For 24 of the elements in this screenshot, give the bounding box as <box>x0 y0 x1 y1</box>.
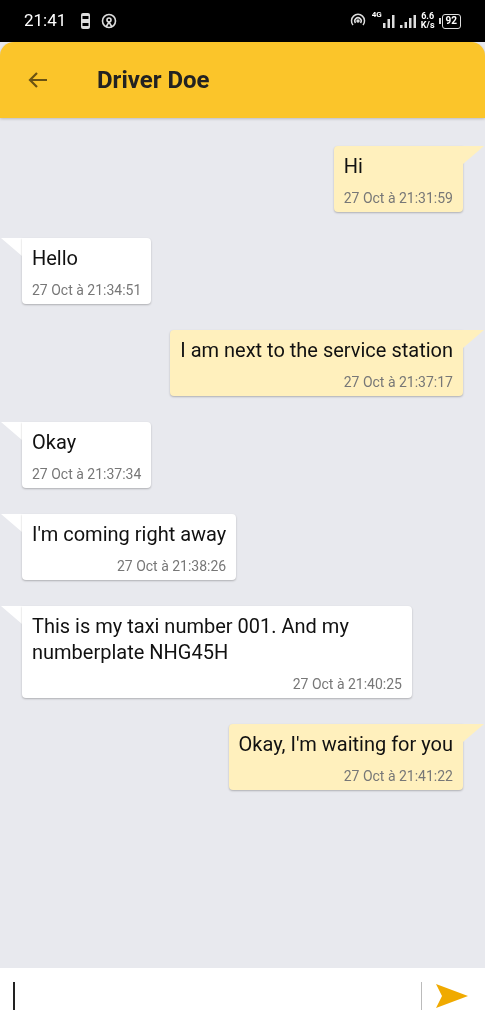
message-text: I'm coming right away <box>32 521 227 547</box>
message-text: Okay <box>32 429 78 455</box>
message-timestamp: 27 Oct à 21:31:59 <box>343 189 453 208</box>
message-text: This is my taxi number 001. And my numberplate NHG45H <box>32 613 350 665</box>
signal-icon <box>399 14 416 28</box>
message-timestamp: 27 Oct à 21:37:34 <box>32 465 142 484</box>
network-speed-unit: K/s <box>420 21 435 30</box>
status-time: 21:41 <box>24 9 67 33</box>
send-button[interactable] <box>435 981 469 1011</box>
message-timestamp: 27 Oct à 21:40:25 <box>292 675 402 694</box>
signal-icon <box>382 14 395 28</box>
network-speed: 6.6 <box>421 12 435 21</box>
message-text: Hi <box>343 153 364 179</box>
battery-level: 92 <box>445 16 457 26</box>
message-timestamp: 27 Oct à 21:38:26 <box>116 557 227 576</box>
network-type: 4G <box>371 11 382 19</box>
message-timestamp: 27 Oct à 21:34:51 <box>32 281 142 300</box>
message-timestamp: 27 Oct à 21:37:17 <box>343 373 453 392</box>
message-text: Okay, I'm waiting for you <box>238 731 453 757</box>
header-title: Driver Doe <box>97 65 210 96</box>
message-text: I am next to the service station <box>180 337 453 363</box>
message-text: Hello <box>32 245 79 271</box>
message-timestamp: 27 Oct à 21:41:22 <box>343 767 453 786</box>
send-icon <box>436 982 468 1010</box>
